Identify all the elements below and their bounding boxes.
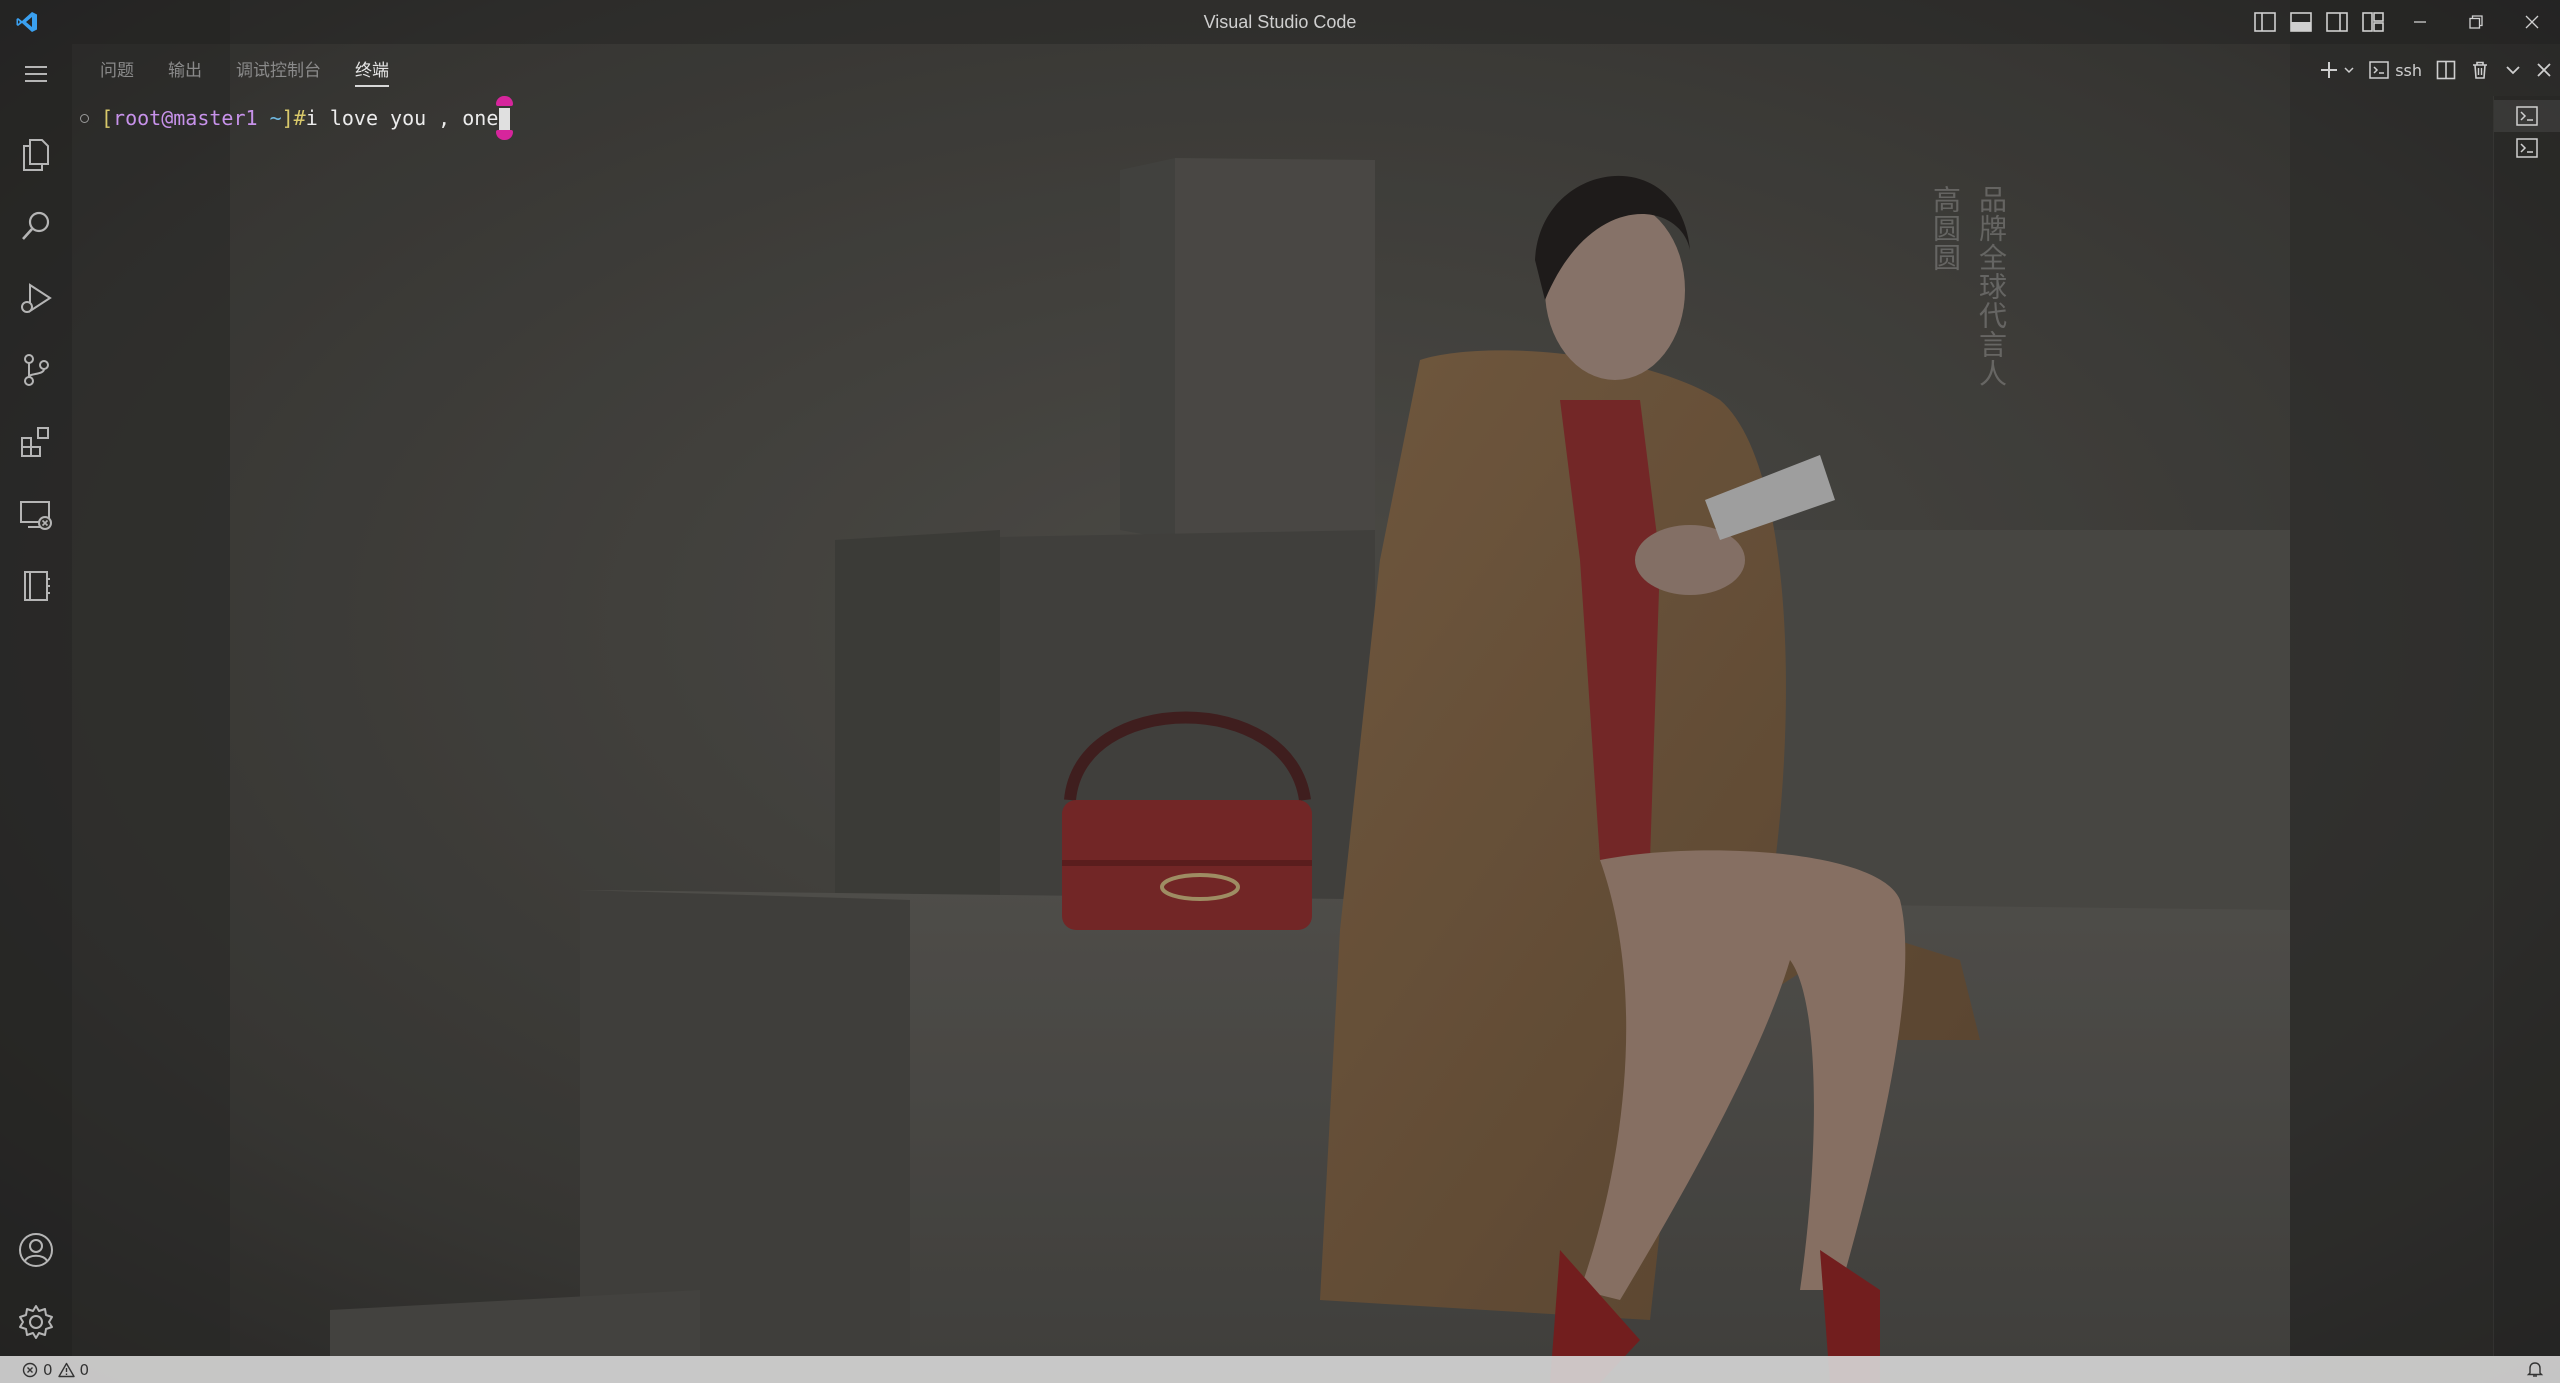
extensions-icon xyxy=(21,427,49,457)
terminal-profile-selector[interactable]: ssh xyxy=(2369,56,2422,84)
tab-problems[interactable]: 问题 xyxy=(100,56,134,87)
prompt-directory: ~ xyxy=(257,106,282,130)
layout-controls xyxy=(2252,9,2386,35)
terminal-list-item[interactable] xyxy=(2494,100,2560,132)
window-title: Visual Studio Code xyxy=(1203,12,1357,32)
terminal-icon xyxy=(2516,106,2538,126)
notebook-button[interactable] xyxy=(14,564,58,608)
close-icon xyxy=(2525,15,2539,29)
command-decoration-icon[interactable] xyxy=(80,113,89,123)
extensions-button[interactable] xyxy=(14,420,58,464)
search-icon xyxy=(22,211,50,240)
warning-icon xyxy=(57,1362,75,1377)
tab-debug-console[interactable]: 调试控制台 xyxy=(236,56,321,87)
terminal-list-item[interactable] xyxy=(2494,132,2560,164)
close-panel-button[interactable] xyxy=(2536,56,2552,84)
gear-icon xyxy=(19,1305,53,1339)
notification-bell-icon xyxy=(2526,1362,2544,1377)
activity-bar xyxy=(0,44,72,1356)
manage-settings-button[interactable] xyxy=(14,1300,58,1344)
panel-actions: ssh xyxy=(2319,56,2552,84)
tab-terminal[interactable]: 终端 xyxy=(355,56,389,87)
error-icon xyxy=(22,1362,38,1377)
tab-output[interactable]: 输出 xyxy=(168,56,202,87)
account-icon xyxy=(19,1233,53,1267)
restore-icon xyxy=(2469,15,2483,29)
plus-icon xyxy=(2321,62,2338,78)
trash-icon xyxy=(2473,61,2487,79)
close-icon xyxy=(2537,63,2551,77)
customize-layout-icon[interactable] xyxy=(2360,9,2386,35)
maximize-panel-button[interactable] xyxy=(2504,56,2522,84)
terminal-prompt-line[interactable]: [root@master1 ~]# i love you , one xyxy=(80,96,514,140)
files-icon xyxy=(23,139,49,171)
terminal-name-label: ssh xyxy=(2395,60,2422,80)
prompt-user-host: root@master1 xyxy=(113,106,258,130)
remote-explorer-button[interactable] xyxy=(14,492,58,536)
title-bar: Visual Studio Code xyxy=(0,0,2560,44)
search-button[interactable] xyxy=(14,204,58,248)
kill-terminal-button[interactable] xyxy=(2470,56,2490,84)
error-count: 0 xyxy=(43,1360,53,1379)
split-icon xyxy=(2436,60,2456,80)
run-debug-button[interactable] xyxy=(14,276,58,320)
split-terminal-button[interactable] xyxy=(2436,56,2456,84)
minimize-icon xyxy=(2414,21,2426,23)
notifications-button[interactable] xyxy=(2526,1360,2544,1382)
chevron-down-icon xyxy=(2506,66,2520,75)
terminal-command-input[interactable]: i love you , one xyxy=(306,104,499,132)
panel-tab-bar: 问题 输出 调试控制台 终端 xyxy=(100,56,389,87)
remote-explorer-icon xyxy=(20,501,52,530)
wallpaper-caption-text: 品牌全球代言人 xyxy=(1975,185,2008,388)
warning-count: 0 xyxy=(79,1360,90,1379)
terminal-tabs-list xyxy=(2493,96,2560,1356)
toggle-primary-sidebar-icon[interactable] xyxy=(2252,9,2278,35)
menu-button[interactable] xyxy=(14,52,58,96)
notebook-icon xyxy=(24,571,50,601)
terminal-icon xyxy=(2369,61,2389,79)
background-wallpaper-image xyxy=(0,0,2560,1383)
chevron-down-icon xyxy=(2344,67,2354,74)
run-debug-icon xyxy=(21,283,52,313)
window-controls xyxy=(2392,0,2560,44)
source-control-button[interactable] xyxy=(14,348,58,392)
prompt-bracket-close: ]# xyxy=(281,106,306,130)
close-window-button[interactable] xyxy=(2504,0,2560,44)
new-terminal-button[interactable] xyxy=(2319,56,2355,84)
accounts-button[interactable] xyxy=(14,1228,58,1272)
hamburger-menu-icon xyxy=(25,66,47,82)
restore-button[interactable] xyxy=(2448,0,2504,44)
source-control-icon xyxy=(24,354,49,386)
toggle-panel-icon[interactable] xyxy=(2288,9,2314,35)
toggle-secondary-sidebar-icon[interactable] xyxy=(2324,9,2350,35)
minimize-button[interactable] xyxy=(2392,0,2448,44)
wallpaper-caption-name: 高圆圆 xyxy=(1929,185,1962,272)
explorer-button[interactable] xyxy=(14,132,58,176)
terminal-cursor xyxy=(496,96,514,140)
terminal-icon xyxy=(2516,138,2538,158)
prompt-bracket-open: [ xyxy=(101,106,114,130)
problems-indicator[interactable]: 0 0 xyxy=(22,1361,89,1379)
status-bar: 0 0 xyxy=(0,1356,2560,1383)
